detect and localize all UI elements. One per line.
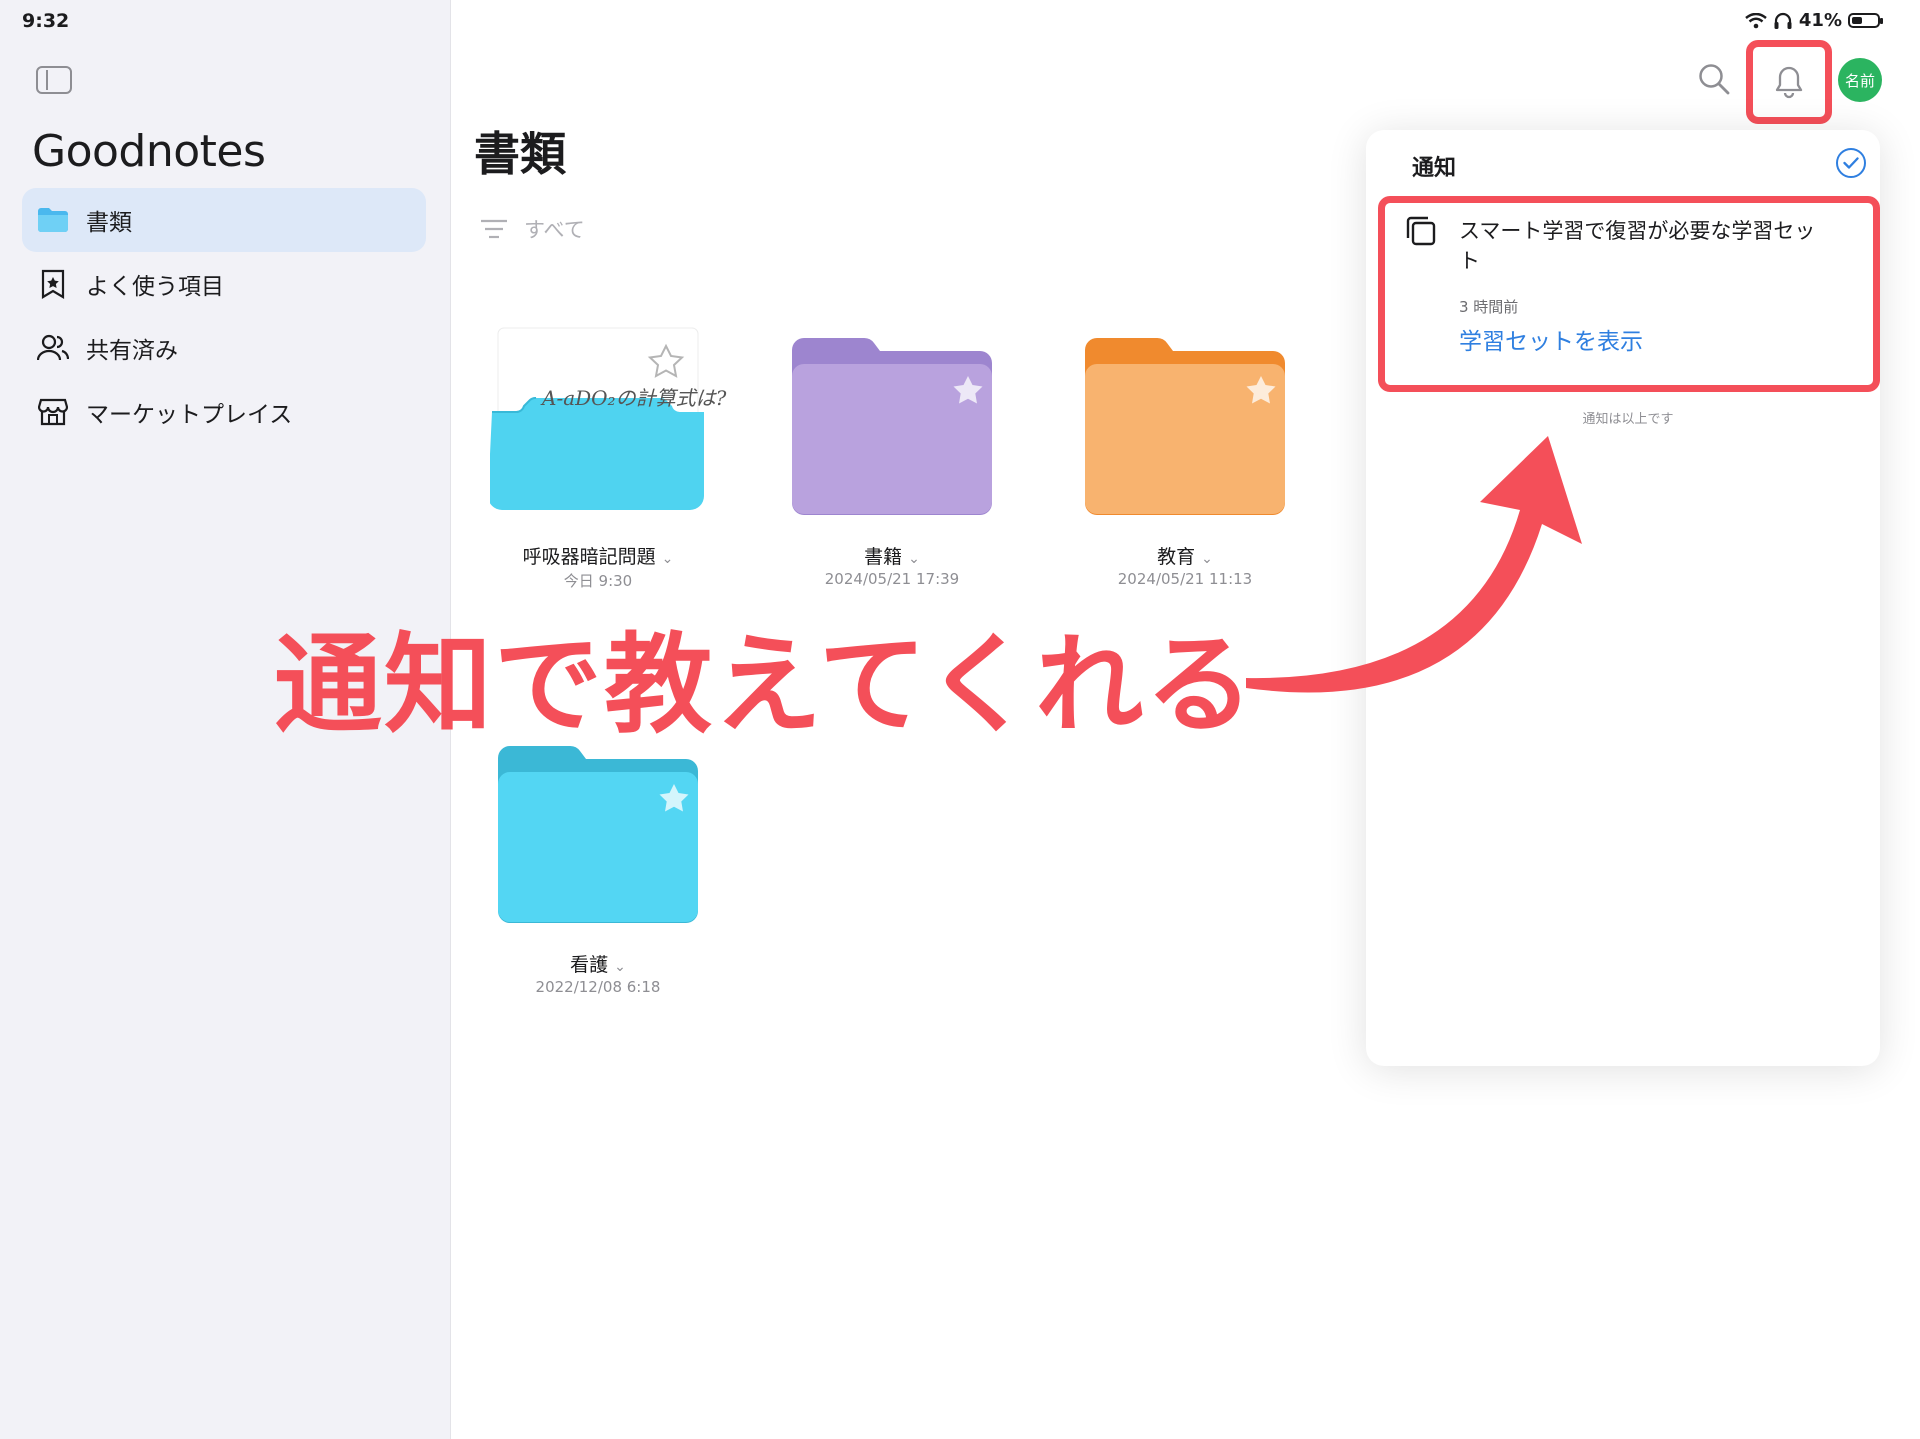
battery-icon xyxy=(1848,13,1883,28)
sidebar-item-shared[interactable]: 共有済み xyxy=(22,316,426,380)
sidebar-item-label: 共有済み xyxy=(86,338,178,364)
notifications-button[interactable] xyxy=(1746,40,1832,124)
sidebar-item-favorites[interactable]: よく使う項目 xyxy=(22,252,426,316)
notebook-item[interactable]: A-aDO₂の計算式は? xyxy=(488,326,726,516)
annotation-arrow xyxy=(1246,436,1582,693)
sidebar-toggle-icon[interactable] xyxy=(36,66,72,94)
chevron-down-icon: ⌄ xyxy=(614,959,626,975)
chevron-down-icon: ⌄ xyxy=(908,551,920,567)
item-date: 2024/05/21 17:39 xyxy=(824,570,960,588)
folder-item[interactable] xyxy=(790,336,994,520)
page-title: 書類 xyxy=(474,127,566,181)
view-study-set-link[interactable]: 学習セットを表示 xyxy=(1459,322,1643,356)
checkmark-icon xyxy=(1843,157,1859,169)
people-icon xyxy=(36,331,70,365)
notification-time: 3 時間前 xyxy=(1459,298,1519,316)
battery-percent: 41% xyxy=(1798,10,1842,31)
sidebar-item-label: マーケットプレイス xyxy=(86,402,293,428)
search-button[interactable] xyxy=(1697,62,1731,100)
study-set-icon xyxy=(1404,214,1438,252)
headphones-icon xyxy=(1774,12,1792,29)
notification-panel-title: 通知 xyxy=(1412,156,1457,181)
mark-all-read-button[interactable] xyxy=(1836,148,1866,178)
bookmark-star-icon xyxy=(36,267,70,301)
folder-icon xyxy=(36,203,70,237)
chevron-down-icon: ⌄ xyxy=(1201,551,1213,567)
app-title: Goodnotes xyxy=(32,126,266,177)
notification-text: スマート学習で復習が必要な学習セット xyxy=(1459,219,1816,273)
item-date: 今日 9:30 xyxy=(563,572,633,590)
sidebar-item-marketplace[interactable]: マーケットプレイス xyxy=(22,380,426,444)
wifi-icon xyxy=(1745,12,1767,28)
chevron-down-icon: ⌄ xyxy=(661,551,674,567)
handwriting-preview: A-aDO₂の計算式は? xyxy=(542,386,727,410)
status-icons: 41% xyxy=(1745,10,1883,31)
filter-label: すべて xyxy=(524,218,585,242)
item-name[interactable]: 呼吸器暗記問題 ⌄ xyxy=(448,542,748,569)
sidebar-item-documents[interactable]: 書類 xyxy=(22,188,426,252)
folder-item[interactable] xyxy=(496,744,700,928)
item-name[interactable]: 書籍 ⌄ xyxy=(742,542,1042,569)
avatar[interactable]: 名前 xyxy=(1838,58,1882,102)
store-icon xyxy=(36,395,70,429)
bell-icon xyxy=(1775,66,1803,99)
filter-icon xyxy=(481,219,507,239)
item-name[interactable]: 看護 ⌄ xyxy=(448,950,748,977)
item-date: 2022/12/08 6:18 xyxy=(535,978,661,996)
search-icon xyxy=(1699,64,1730,95)
status-time: 9:32 xyxy=(22,10,70,32)
filter-button[interactable]: すべて xyxy=(480,214,585,244)
annotation-text: 通知で教えてくれる xyxy=(274,623,1256,748)
sidebar-item-label: 書類 xyxy=(86,210,132,236)
sidebar-item-label: よく使う項目 xyxy=(86,274,224,300)
